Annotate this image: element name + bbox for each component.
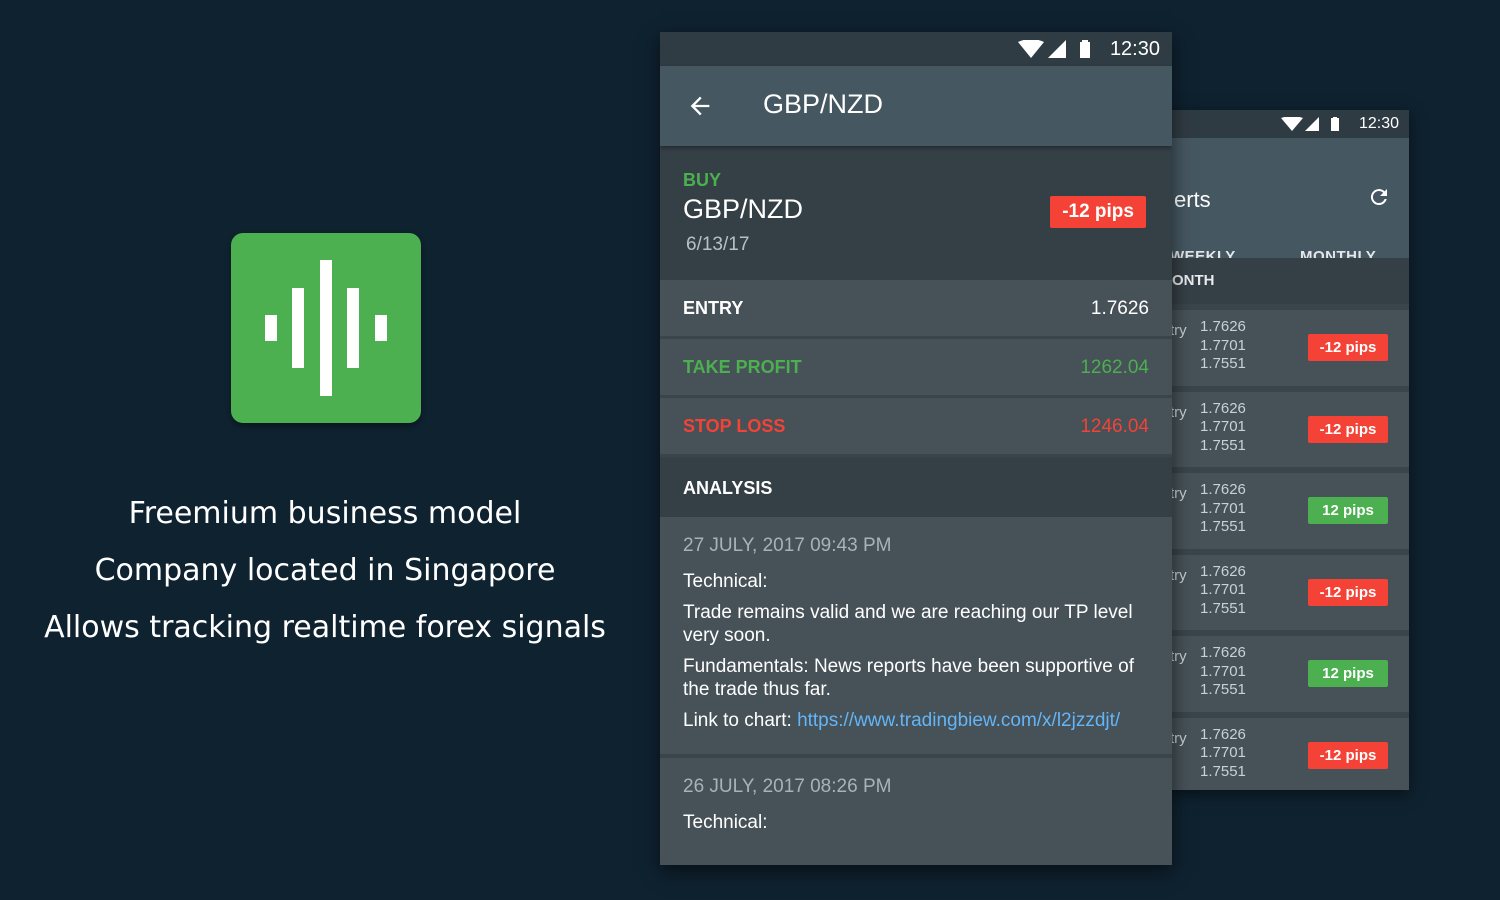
- logo-bar: [292, 288, 304, 368]
- alert-value: 1.7701: [1200, 499, 1246, 517]
- analysis-datetime: 27 JULY, 2017 09:43 PM: [683, 535, 892, 556]
- wifi-icon: [1281, 117, 1303, 131]
- entry-label: ENTRY: [683, 298, 744, 318]
- chart-link[interactable]: https://www.tradingbiew.com/x/l2jzzdjt/: [797, 710, 1120, 731]
- alert-label: try: [1170, 322, 1187, 339]
- logo-bar: [375, 315, 387, 341]
- alert-value: 1.7551: [1200, 599, 1246, 617]
- alert-value: 1.7701: [1200, 744, 1246, 761]
- page-title: erts: [1174, 187, 1211, 212]
- pips-badge: -12 pips: [1308, 741, 1388, 769]
- pips-badge: 12 pips: [1308, 497, 1388, 524]
- status-time: 12:30: [1358, 115, 1399, 132]
- page-title: GBP/NZD: [763, 89, 884, 119]
- technical-text: Trade remains valid and we are reaching …: [683, 602, 1133, 646]
- alert-value: 1.7701: [1200, 336, 1246, 354]
- chart-link-line: Link to chart: https://www.tradingbiew.c…: [683, 709, 1149, 732]
- status-icons: [1018, 40, 1090, 58]
- alert-value: 1.7626: [1200, 481, 1246, 498]
- technical-label: Technical:: [683, 571, 768, 592]
- alert-label: try: [1170, 403, 1187, 421]
- alert-label: try: [1170, 566, 1187, 584]
- alert-value: 1.7701: [1200, 418, 1246, 435]
- alert-values: 1.7626 1.7701 1.7551: [1200, 726, 1246, 782]
- fundamentals-text: Fundamentals: News reports have been sup…: [683, 656, 1134, 700]
- signal-pair: GBP/NZD: [683, 194, 804, 224]
- alert-label: try: [1170, 485, 1187, 502]
- technical-label: Technical:: [683, 812, 768, 833]
- alert-value: 1.7701: [1200, 581, 1246, 598]
- logo-bar: [265, 315, 277, 341]
- alert-value: 1.7551: [1200, 762, 1246, 780]
- stop-loss-value: 1246.04: [1080, 416, 1149, 437]
- promo-text: Freemium business model Company located …: [30, 485, 620, 656]
- alert-value: 1.7551: [1200, 518, 1246, 535]
- link-prefix: Link to chart:: [683, 710, 798, 731]
- promo-line: Company located in Singapore: [94, 553, 556, 588]
- alert-value: 1.7626: [1200, 562, 1246, 580]
- status-time: 12:30: [1109, 38, 1160, 60]
- signal-header: BUY GBP/NZD 6/13/17 -12 pips: [660, 146, 1172, 280]
- take-profit-value: 1262.04: [1080, 357, 1149, 378]
- logo-bar: [347, 288, 359, 368]
- pips-badge: -12 pips: [1308, 334, 1388, 361]
- signal-icon: [1048, 40, 1066, 58]
- pips-badge: -12 pips: [1308, 578, 1388, 606]
- alert-value: 1.7701: [1200, 662, 1246, 680]
- pips-badge: -12 pips: [1050, 196, 1146, 228]
- alert-value: 1.7626: [1200, 644, 1246, 661]
- alert-value: 1.7551: [1200, 681, 1246, 698]
- section-title: ONTH: [1172, 272, 1215, 289]
- take-profit-label: TAKE PROFIT: [683, 357, 802, 377]
- analysis-entry: 26 JULY, 2017 08:26 PM Technical:: [660, 758, 1172, 856]
- alert-value: 1.7551: [1200, 355, 1246, 372]
- alert-label: try: [1170, 648, 1187, 665]
- pips-badge: 12 pips: [1308, 660, 1388, 687]
- signal-date: 6/13/17: [686, 234, 750, 255]
- alert-values: 1.7626 1.7701 1.7551: [1200, 400, 1246, 456]
- battery-icon: [1331, 118, 1339, 131]
- status-icons: [1281, 117, 1339, 131]
- alert-values: 1.7626 1.7701 1.7551: [1200, 318, 1246, 374]
- analysis-header: ANALYSIS: [660, 457, 1172, 517]
- back-arrow-icon[interactable]: [686, 92, 714, 120]
- refresh-icon[interactable]: [1367, 185, 1391, 209]
- signal-detail-screen: 12:30 GBP/NZD BUY GBP/NZD 6/13/17 -12 pi…: [660, 32, 1172, 865]
- app-logo-icon: [231, 233, 421, 423]
- signal-icon: [1305, 117, 1319, 131]
- signal-side: BUY: [683, 170, 722, 190]
- promo-line: Freemium business model: [128, 496, 522, 531]
- logo-bar: [320, 260, 332, 396]
- alert-value: 1.7551: [1200, 436, 1246, 454]
- alert-label: try: [1170, 729, 1187, 747]
- entry-row: ENTRY 1.7626: [660, 280, 1172, 339]
- alert-values: 1.7626 1.7701 1.7551: [1200, 644, 1246, 700]
- alert-values: 1.7626 1.7701 1.7551: [1200, 563, 1246, 619]
- stop-loss-row: STOP LOSS 1246.04: [660, 398, 1172, 457]
- promo-line: Allows tracking realtime forex signals: [44, 610, 606, 645]
- analysis-title: ANALYSIS: [683, 478, 773, 498]
- analysis-entry: 27 JULY, 2017 09:43 PM Technical: Trade …: [660, 517, 1172, 758]
- alert-value: 1.7626: [1200, 399, 1246, 417]
- alert-value: 1.7626: [1200, 725, 1246, 743]
- alert-value: 1.7626: [1200, 318, 1246, 335]
- pips-badge: -12 pips: [1308, 415, 1388, 443]
- wifi-icon: [1018, 40, 1044, 58]
- take-profit-row: TAKE PROFIT 1262.04: [660, 339, 1172, 398]
- entry-value: 1.7626: [1090, 298, 1149, 319]
- battery-icon: [1080, 42, 1090, 58]
- alert-values: 1.7626 1.7701 1.7551: [1200, 481, 1246, 537]
- stop-loss-label: STOP LOSS: [683, 416, 786, 436]
- app-bar: GBP/NZD: [660, 66, 1172, 146]
- status-bar: 12:30: [660, 32, 1172, 66]
- analysis-datetime: 26 JULY, 2017 08:26 PM: [683, 776, 892, 797]
